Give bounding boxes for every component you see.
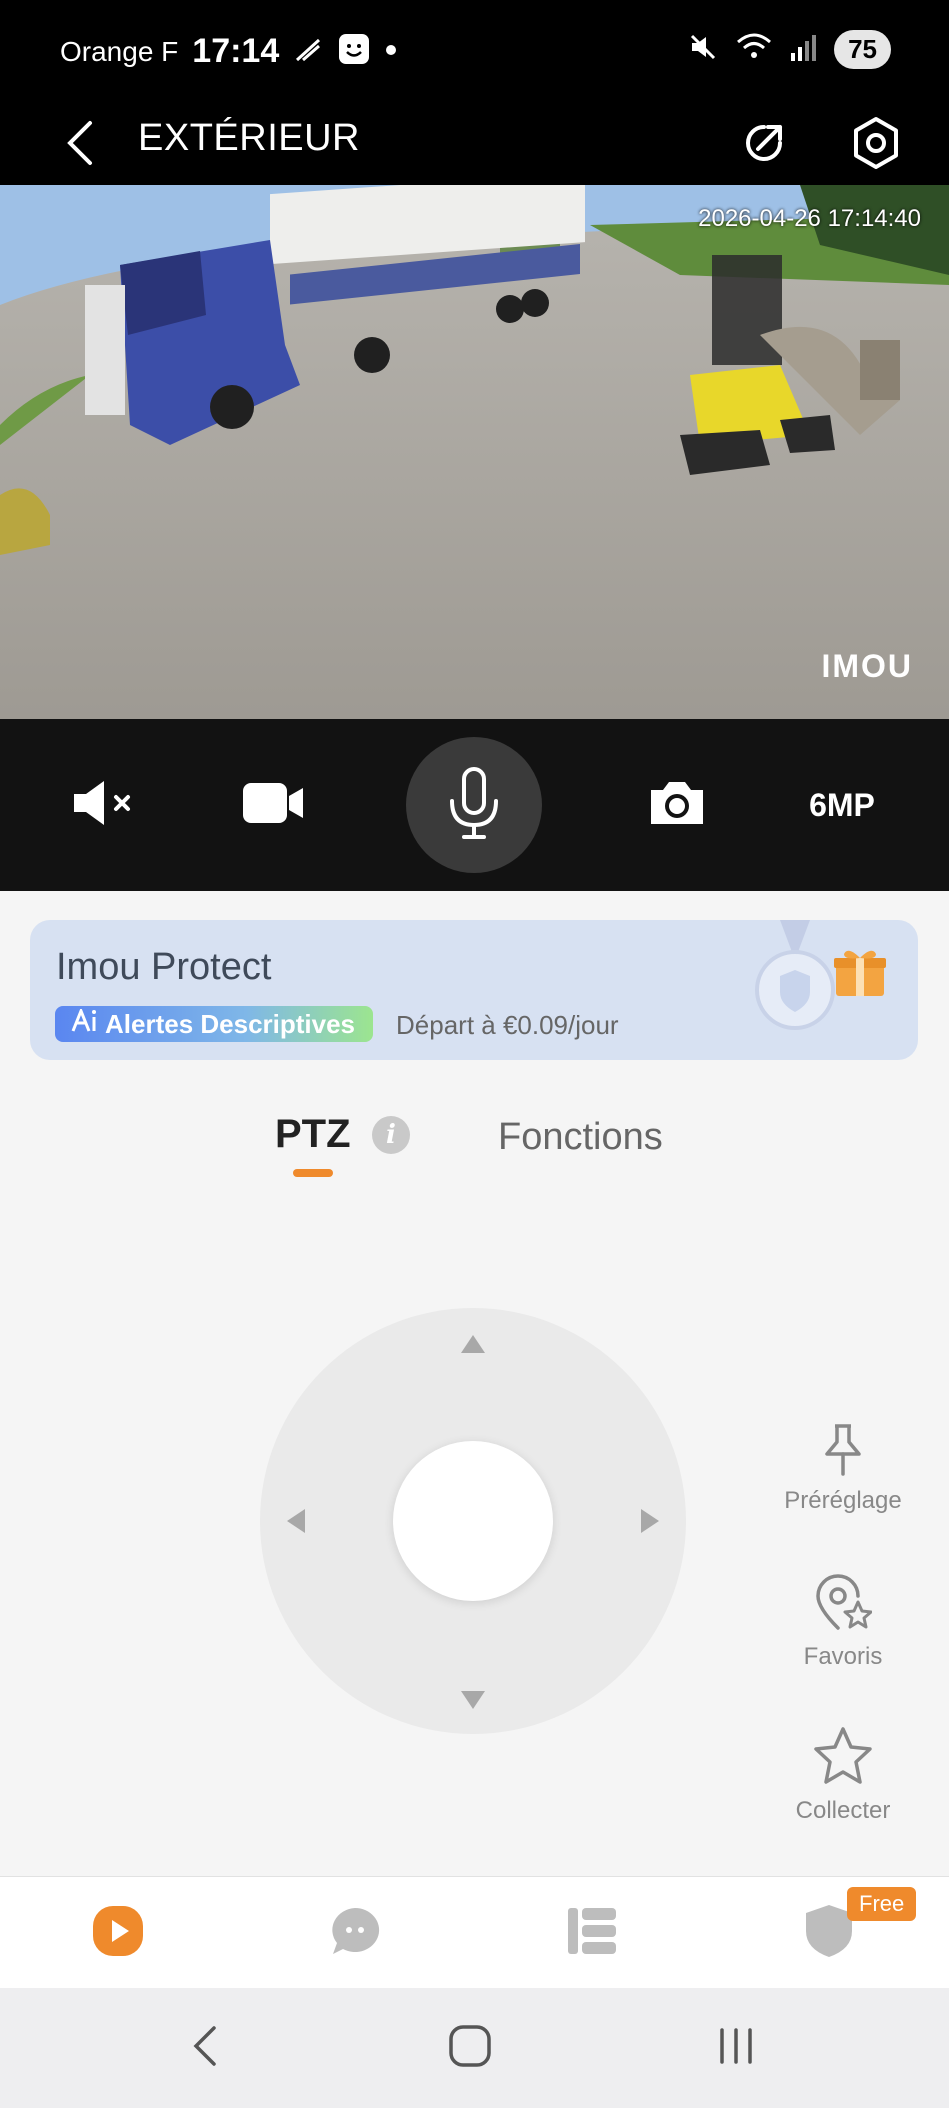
system-home-button[interactable] [410,1988,530,2108]
camera-scene [0,185,949,719]
info-icon[interactable]: i [372,1116,410,1154]
app-header: EXTÉRIEUR [0,105,949,185]
page-title: EXTÉRIEUR [138,117,360,159]
resolution-button[interactable]: 6MP [792,765,892,845]
free-badge: Free [847,1887,917,1921]
favorites-label: Favoris [803,1643,883,1670]
bottom-nav: Free [0,1876,949,1988]
panel-tabs: PTZ i Fonctions [0,1112,949,1202]
dot-icon [385,43,397,61]
mute-button[interactable] [60,765,150,845]
promo-price: Départ à €0.09/jour [396,1010,619,1040]
preset-label: Préréglage [784,1487,902,1514]
battery-level: 75 [834,30,891,69]
snapshot-button[interactable] [632,765,722,845]
system-nav-bar [0,1988,949,2108]
tab-ptz[interactable]: PTZ [275,1112,351,1157]
pan-left-arrow[interactable] [287,1509,305,1533]
joystick-knob[interactable] [393,1441,553,1601]
carrier-label: Orange F [60,35,179,67]
collect-button[interactable]: Collecter [763,1726,923,1825]
notification-icon [293,34,323,69]
nav-list[interactable] [532,1877,652,1989]
favorite-location-icon [814,1574,873,1637]
pin-icon [821,1422,865,1481]
chat-icon [329,1906,381,1961]
back-icon [66,120,94,171]
collect-label: Collecter [795,1797,891,1824]
mic-icon [446,766,502,844]
ai-icon [71,1006,97,1040]
medal-icon [750,920,840,1040]
settings-button[interactable] [836,105,916,185]
system-recents-button[interactable] [676,1988,796,2108]
status-right: 75 [688,30,891,69]
talk-button[interactable] [406,737,542,873]
star-icon [812,1726,874,1791]
promo-badge: Alertes Descriptives [55,1006,374,1042]
record-icon [241,780,305,831]
vibrate-off-icon [688,32,718,67]
preset-button[interactable]: Préréglage [763,1422,923,1515]
list-icon [566,1906,618,1961]
play-icon [91,1904,145,1963]
imou-protect-banner[interactable]: Imou Protect Alertes Descriptives Départ… [30,920,918,1060]
wifi-icon [736,32,772,67]
camera-brand-logo: IMOU [821,648,913,684]
nav-messages[interactable] [295,1877,415,1989]
video-controls: 6MP [0,719,949,891]
nav-live[interactable] [58,1877,178,1989]
signal-icon [790,33,817,66]
pan-right-arrow[interactable] [641,1509,659,1533]
pan-up-arrow[interactable] [461,1335,485,1353]
tab-functions[interactable]: Fonctions [498,1116,663,1159]
ptz-joystick[interactable] [260,1308,686,1734]
live-video-feed[interactable]: 2026-04-26 17:14:40 IMOU [0,185,949,719]
app-notification-icon [337,32,371,71]
system-back-icon [190,2024,220,2073]
settings-icon [851,116,901,175]
mute-icon [70,778,140,833]
gift-icon [832,946,888,998]
promo-badge-label: Alertes Descriptives [105,1008,356,1039]
back-button[interactable] [66,115,106,175]
active-tab-indicator [293,1169,333,1177]
share-button[interactable] [724,105,804,185]
status-left: Orange F 17:14 [60,32,397,71]
video-timestamp: 2026-04-26 17:14:40 [698,205,921,232]
recents-icon [716,2026,756,2071]
promo-title: Imou Protect [56,946,272,988]
record-button[interactable] [228,765,318,845]
share-icon [740,119,788,172]
snapshot-icon [647,778,707,833]
system-back-button[interactable] [145,1988,265,2108]
pan-down-arrow[interactable] [461,1691,485,1709]
home-icon [448,2024,492,2073]
favorites-button[interactable]: Favoris [763,1574,923,1671]
status-bar: Orange F 17:14 75 [0,0,949,105]
control-panel: Imou Protect Alertes Descriptives Départ… [0,892,949,1876]
status-time: 17:14 [192,32,280,70]
